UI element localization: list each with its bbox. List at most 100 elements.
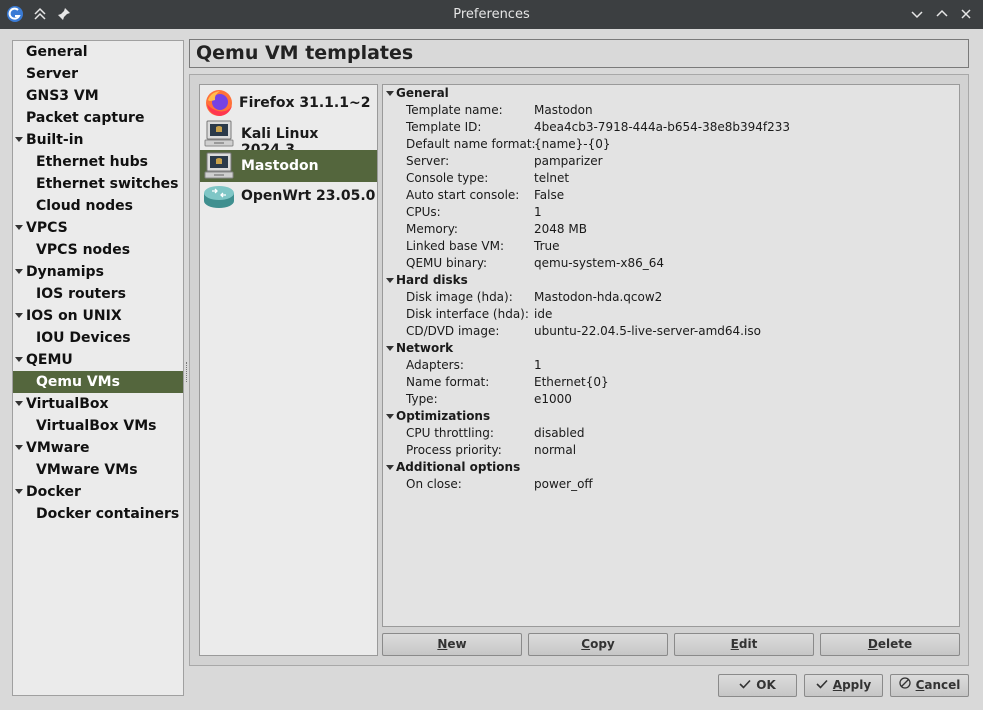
edit-button[interactable]: Edit — [674, 633, 814, 656]
sidebar-item-vpcs-nodes[interactable]: VPCS nodes — [13, 239, 183, 261]
sidebar-item-label: General — [26, 44, 88, 60]
apply-label: pply — [842, 678, 872, 692]
collapse-arrow-icon[interactable] — [386, 278, 394, 283]
sidebar-item-gns3-vm[interactable]: GNS3 VM — [13, 85, 183, 107]
expand-arrow-icon[interactable] — [15, 401, 23, 406]
sidebar-item-virtualbox[interactable]: VirtualBox — [13, 393, 183, 415]
section-hard-disks[interactable]: Hard disks — [383, 272, 959, 289]
new-accel: N — [437, 637, 448, 651]
sidebar-item-docker[interactable]: Docker — [13, 481, 183, 503]
property-key: Auto start console: — [406, 188, 520, 202]
property-key: QEMU binary: — [406, 256, 488, 270]
maximize-icon[interactable] — [933, 5, 951, 23]
collapse-arrow-icon[interactable] — [386, 91, 394, 96]
sidebar-item-packet-capture[interactable]: Packet capture — [13, 107, 183, 129]
template-item-kali-linux-2024-3[interactable]: Kali Linux 2024.3 — [200, 118, 377, 158]
sidebar-item-dynamips[interactable]: Dynamips — [13, 261, 183, 283]
property-key: Template ID: — [406, 120, 482, 134]
property-row: Name format: Ethernet{0} — [383, 374, 959, 391]
section-additional-options[interactable]: Additional options — [383, 459, 959, 476]
sidebar-item-label: GNS3 VM — [26, 88, 99, 104]
property-row: Memory: 2048 MB — [383, 221, 959, 238]
property-key: Type: — [406, 392, 438, 406]
ok-button[interactable]: OK — [718, 674, 797, 697]
sidebar-item-ios-routers[interactable]: IOS routers — [13, 283, 183, 305]
title-bar: Preferences — [0, 0, 983, 29]
property-row: Server: pamparizer — [383, 153, 959, 170]
new-button[interactable]: New — [382, 633, 522, 656]
router-icon — [203, 181, 235, 211]
sidebar-item-general[interactable]: General — [13, 41, 183, 63]
cancel-button[interactable]: Cancel — [890, 674, 969, 697]
expand-arrow-icon[interactable] — [15, 489, 23, 494]
sidebar-item-label: VPCS nodes — [36, 242, 131, 258]
property-value: Mastodon-hda.qcow2 — [534, 290, 663, 304]
template-item-openwrt-23-05-0[interactable]: OpenWrt 23.05.0 — [200, 180, 377, 212]
property-value: 1 — [534, 205, 542, 219]
sidebar-item-virtualbox-vms[interactable]: VirtualBox VMs — [13, 415, 183, 437]
sidebar-item-label: Built-in — [26, 132, 84, 148]
collapse-arrow-icon[interactable] — [386, 465, 394, 470]
sidebar-item-vpcs[interactable]: VPCS — [13, 217, 183, 239]
template-name: OpenWrt 23.05.0 — [241, 188, 376, 204]
section-label: Optimizations — [396, 409, 491, 423]
section-general[interactable]: General — [383, 85, 959, 102]
checkmark-icon — [739, 675, 751, 696]
sidebar-item-label: Dynamips — [26, 264, 104, 280]
expand-arrow-icon[interactable] — [15, 357, 23, 362]
sidebar-item-ios-on-unix[interactable]: IOS on UNIX — [13, 305, 183, 327]
expand-arrow-icon[interactable] — [15, 269, 23, 274]
sidebar-item-docker-containers[interactable]: Docker containers — [13, 503, 183, 525]
delete-accel: D — [867, 637, 878, 651]
collapse-arrow-icon[interactable] — [386, 346, 394, 351]
property-key: On close: — [406, 477, 462, 491]
apply-button[interactable]: Apply — [804, 674, 883, 697]
sidebar-item-cloud-nodes[interactable]: Cloud nodes — [13, 195, 183, 217]
section-optimizations[interactable]: Optimizations — [383, 408, 959, 425]
copy-button[interactable]: Copy — [528, 633, 668, 656]
property-key: Template name: — [406, 103, 503, 117]
sidebar-item-iou-devices[interactable]: IOU Devices — [13, 327, 183, 349]
property-value: Mastodon — [534, 103, 593, 117]
sidebar-item-qemu[interactable]: QEMU — [13, 349, 183, 371]
collapse-arrow-icon[interactable] — [386, 414, 394, 419]
sidebar-item-ethernet-switches[interactable]: Ethernet switches — [13, 173, 183, 195]
property-row: Type: e1000 — [383, 391, 959, 408]
close-icon[interactable] — [957, 5, 975, 23]
sidebar-item-vmware[interactable]: VMware — [13, 437, 183, 459]
minimize-icon[interactable] — [908, 5, 926, 23]
sidebar-item-label: VMware VMs — [36, 462, 138, 478]
expand-arrow-icon[interactable] — [15, 445, 23, 450]
template-item-firefox-31-1-1-2[interactable]: Firefox 31.1.1~2 — [200, 87, 377, 119]
expand-arrow-icon[interactable] — [15, 313, 23, 318]
expand-arrow-icon[interactable] — [15, 137, 23, 142]
copy-label: opy — [590, 637, 615, 651]
template-item-mastodon[interactable]: Mastodon — [200, 150, 377, 182]
template-properties-tree: General Template name: Mastodon Template ID… — [382, 84, 960, 627]
sidebar-item-label: Docker — [26, 484, 81, 500]
sidebar-item-label: Packet capture — [26, 110, 145, 126]
expand-arrow-icon[interactable] — [15, 225, 23, 230]
sidebar-item-built-in[interactable]: Built-in — [13, 129, 183, 151]
property-value: False — [534, 188, 565, 202]
property-row: Disk image (hda): Mastodon-hda.qcow2 — [383, 289, 959, 306]
delete-button[interactable]: Delete — [820, 633, 960, 656]
sidebar-item-server[interactable]: Server — [13, 63, 183, 85]
property-value: pamparizer — [534, 154, 603, 168]
cancel-icon — [898, 675, 911, 696]
apply-accel: A — [832, 678, 843, 692]
property-value: e1000 — [534, 392, 572, 406]
sidebar-item-qemu-vms[interactable]: Qemu VMs — [13, 371, 183, 393]
property-value: qemu-system-x86_64 — [534, 256, 664, 270]
sidebar-item-label: VPCS — [26, 220, 68, 236]
property-row: Template ID: 4bea4cb3-7918-444a-b654-38e8… — [383, 119, 959, 136]
property-row: QEMU binary: qemu-system-x86_64 — [383, 255, 959, 272]
sidebar-item-vmware-vms[interactable]: VMware VMs — [13, 459, 183, 481]
property-row: CD/DVD image: ubuntu-22.04.5-live-server-… — [383, 323, 959, 340]
section-label: General — [396, 86, 449, 100]
property-row: Console type: telnet — [383, 170, 959, 187]
template-name: Firefox 31.1.1~2 — [239, 95, 371, 111]
sidebar-item-label: Ethernet switches — [36, 176, 179, 192]
sidebar-item-ethernet-hubs[interactable]: Ethernet hubs — [13, 151, 183, 173]
section-network[interactable]: Network — [383, 340, 959, 357]
